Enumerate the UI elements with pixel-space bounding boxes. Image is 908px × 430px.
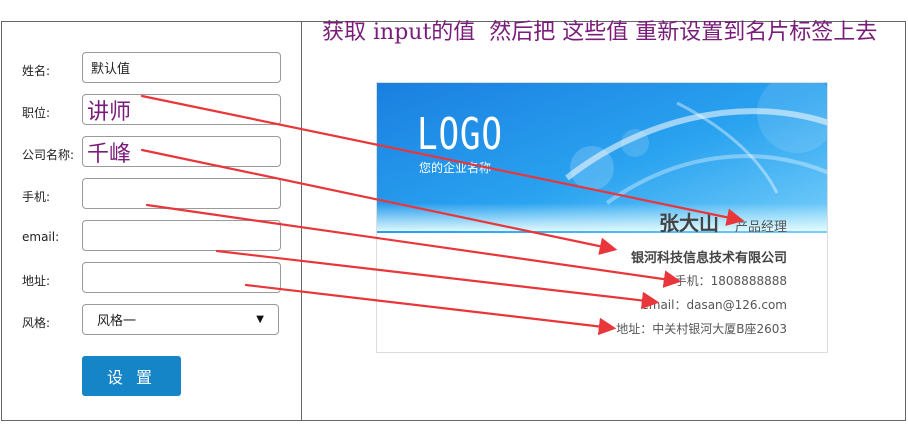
chevron-down-icon: ▼ xyxy=(256,314,264,325)
card-logo: LOGO xyxy=(417,109,503,160)
position-input[interactable] xyxy=(82,94,281,125)
position-label: 职位: xyxy=(22,106,51,120)
card-slogan: 您的企业名称 xyxy=(419,161,492,175)
address-label: 地址: xyxy=(22,274,51,288)
style-select[interactable]: 风格一 ▼ xyxy=(82,304,279,335)
card-address: 地址：中关村银河大厦B座2603 xyxy=(616,322,787,336)
email-input[interactable] xyxy=(82,220,281,251)
card-name: 张大山 xyxy=(659,211,719,235)
card-email: email：dasan@126.com xyxy=(641,298,787,312)
card-phone: 手机：1808888888 xyxy=(674,274,787,288)
panel-divider xyxy=(301,21,302,421)
email-label: email: xyxy=(22,230,60,244)
phone-input[interactable] xyxy=(82,178,281,209)
style-select-value: 风格一 xyxy=(97,314,137,329)
phone-label: 手机: xyxy=(22,190,51,204)
card-company: 银河科技信息技术有限公司 xyxy=(630,251,787,266)
annotation-note: 获取 input的值 然后把 这些值 重新设置到名片标签上去 xyxy=(322,20,878,45)
company-input[interactable] xyxy=(82,136,281,167)
card-position: 产品经理 xyxy=(734,220,787,235)
address-input[interactable] xyxy=(82,262,281,293)
set-button[interactable]: 设 置 xyxy=(82,356,181,396)
name-label: 姓名: xyxy=(22,64,51,78)
name-input[interactable] xyxy=(82,52,281,83)
business-card: LOGO 您的企业名称 张大山 产品经理 银河科技信息技术有限公司 手机：180… xyxy=(376,82,828,353)
style-label: 风格: xyxy=(22,316,51,330)
company-label: 公司名称: xyxy=(22,148,75,162)
